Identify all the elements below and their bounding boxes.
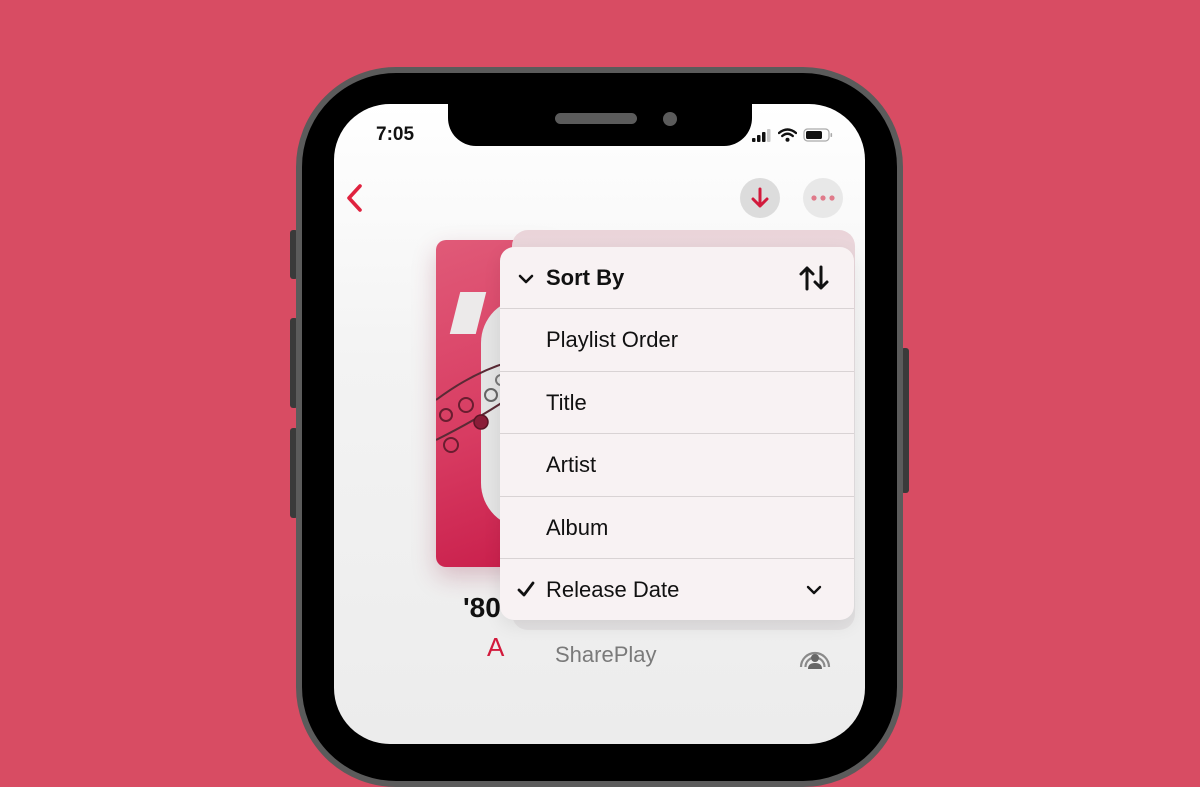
sort-arrows-icon[interactable] [798, 265, 830, 291]
back-button[interactable] [342, 183, 370, 213]
sort-option-label: Album [546, 514, 609, 540]
download-button[interactable] [740, 178, 780, 218]
more-options-button[interactable] [803, 178, 843, 218]
sort-option-artist[interactable]: Artist [500, 434, 854, 497]
sort-option-title[interactable]: Title [500, 372, 854, 434]
playlist-curator[interactable]: A [487, 632, 511, 663]
sort-menu: Sort By Playlist Order Title Artist Albu… [500, 247, 854, 620]
sort-option-label: Release Date [546, 576, 680, 602]
sort-option-label: Title [546, 389, 587, 415]
sort-by-label: Sort By [546, 264, 625, 290]
shareplay-menu-item[interactable]: SharePlay [555, 642, 657, 668]
chevron-down-icon[interactable] [804, 580, 824, 600]
checkmark-icon [517, 581, 535, 597]
status-icons [752, 127, 833, 143]
wifi-icon [778, 128, 797, 142]
sort-option-label: Artist [546, 452, 597, 477]
battery-icon [803, 128, 833, 142]
chevron-down-icon [518, 274, 534, 284]
ellipsis-icon [811, 195, 835, 201]
arrow-down-icon [751, 187, 769, 208]
playlist-title: '80 [463, 592, 501, 623]
status-time: 7:05 [376, 124, 415, 145]
shareplay-icon [799, 651, 831, 669]
artwork-apostrophe [449, 292, 487, 334]
chevron-left-icon [347, 184, 362, 212]
speaker-grille [555, 113, 637, 124]
sort-option-album[interactable]: Album [500, 497, 854, 559]
sort-option-label: Playlist Order [546, 327, 679, 352]
sort-by-header[interactable]: Sort By [500, 247, 854, 309]
sort-option-playlist-order[interactable]: Playlist Order [500, 309, 854, 372]
cellular-signal-icon [752, 128, 771, 142]
front-camera [663, 112, 677, 126]
sort-option-release-date[interactable]: Release Date [500, 559, 854, 620]
